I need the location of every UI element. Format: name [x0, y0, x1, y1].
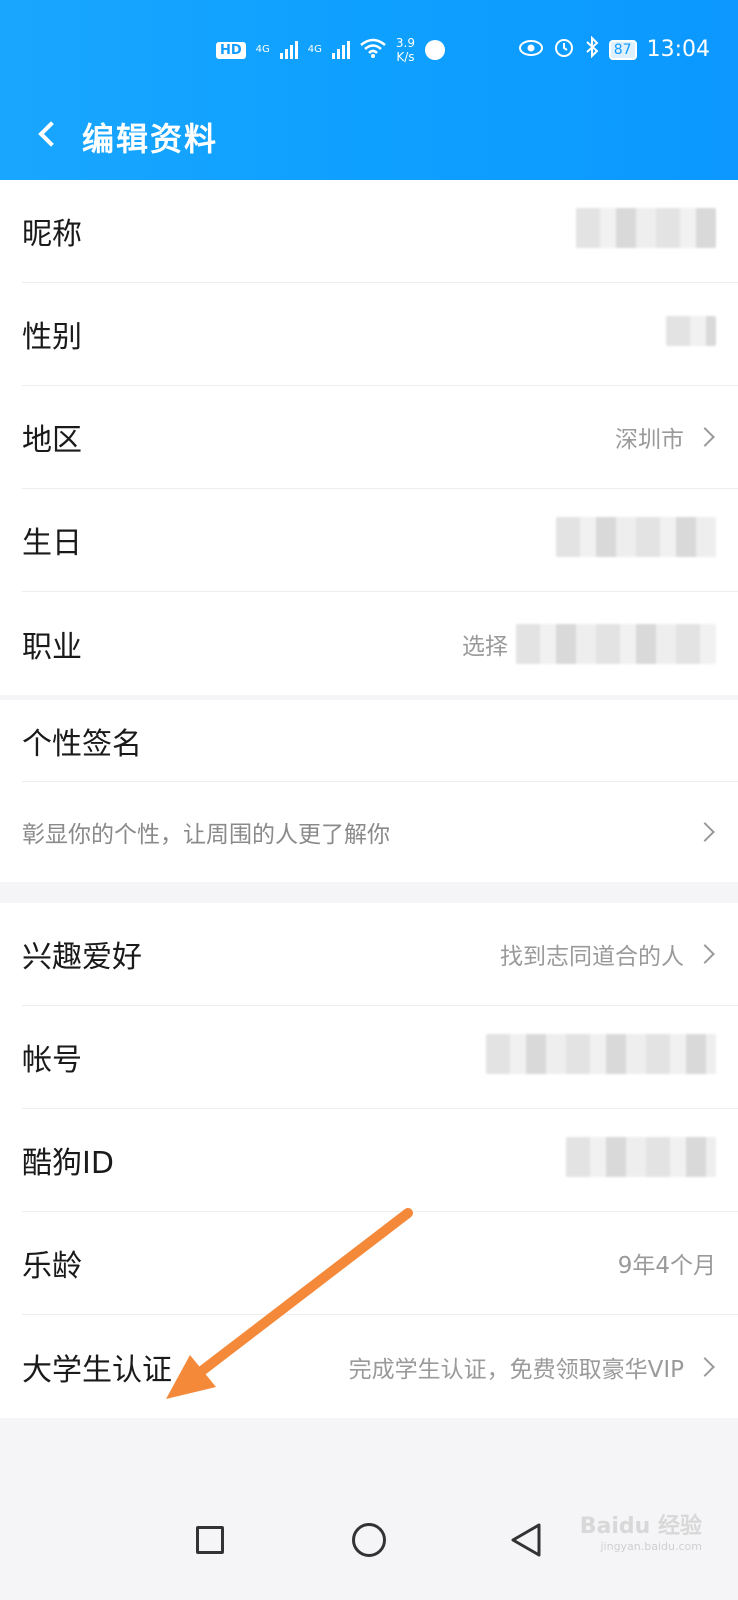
nickname-value-redacted [576, 208, 716, 254]
birthday-label: 生日 [22, 526, 82, 561]
gender-label: 性别 [22, 320, 82, 355]
hd-badge: HD [216, 41, 246, 59]
signature-placeholder: 彰显你的个性，让周围的人更了解你 [22, 822, 390, 848]
back-button[interactable] [28, 114, 68, 154]
circle-icon [352, 1523, 386, 1557]
region-value: 深圳市 [615, 427, 684, 453]
network-speed: 3.9 K/s [396, 36, 415, 64]
chevron-right-icon [695, 427, 715, 447]
account-value-redacted [486, 1034, 716, 1080]
back-nav-button[interactable] [496, 1510, 556, 1570]
speed-value: 3.9 [395, 36, 416, 50]
row-signature-input[interactable]: 彰显你的个性，让周围的人更了解你 [22, 782, 738, 882]
signature-group: 个性签名 彰显你的个性，让周围的人更了解你 [0, 700, 738, 882]
status-right: 87 13:04 [518, 35, 710, 63]
kugou-id-label: 酷狗ID [22, 1146, 114, 1181]
signal-icon-1 [279, 41, 298, 59]
occupation-value: 选择 [462, 623, 716, 664]
row-birthday[interactable]: 生日 [22, 489, 738, 592]
network-label-2: 4G [307, 44, 322, 55]
row-region[interactable]: 地区 深圳市 [22, 386, 738, 489]
nickname-label: 昵称 [22, 217, 82, 252]
row-kugou-id: 酷狗ID [22, 1109, 738, 1212]
battery-level: 87 [608, 39, 637, 60]
eye-icon [518, 38, 543, 62]
wifi-icon [360, 38, 386, 63]
birthday-value-redacted [556, 517, 716, 563]
row-account: 帐号 [22, 1006, 738, 1109]
chevron-right-icon [695, 1356, 715, 1377]
occupation-label: 职业 [22, 629, 82, 665]
title-bar: 编辑资料 [0, 100, 738, 170]
triangle-back-icon [511, 1523, 541, 1557]
row-nickname[interactable]: 昵称 [22, 180, 738, 283]
gender-value-redacted [666, 316, 716, 352]
signature-label: 个性签名 [22, 726, 142, 762]
annotation-arrow-icon [166, 1208, 413, 1399]
region-label: 地区 [22, 423, 82, 458]
occupation-value-text: 选择 [462, 633, 508, 660]
page-title: 编辑资料 [82, 120, 219, 158]
network-label-1: 4G [255, 44, 270, 55]
chevron-right-icon [695, 822, 715, 842]
status-left: HD 4G 4G 3.9 K/s [216, 36, 446, 64]
alarm-icon [553, 36, 575, 63]
music-age-value: 9年4个月 [617, 1253, 716, 1279]
clock-time: 13:04 [646, 37, 710, 62]
occupation-redacted [516, 623, 716, 664]
hobbies-value: 找到志同道合的人 [500, 944, 684, 970]
status-bar: HD 4G 4G 3.9 K/s 87 13:04 [0, 35, 738, 72]
basic-info-group: 昵称 性别 地区 深圳市 生日 职业 选择 [0, 180, 738, 695]
watermark-sub: jingyan.baidu.com [600, 1540, 702, 1553]
chevron-right-icon [695, 944, 715, 964]
watermark-text: Baidu 经验 [579, 1514, 702, 1539]
signal-icon-2 [331, 41, 350, 59]
bluetooth-icon [585, 35, 599, 63]
account-label: 帐号 [22, 1043, 82, 1078]
recent-apps-button[interactable] [180, 1510, 240, 1570]
kugou-id-value-redacted [566, 1137, 716, 1183]
music-age-label: 乐龄 [22, 1249, 82, 1284]
speed-unit: K/s [396, 50, 415, 64]
square-icon [196, 1526, 224, 1554]
row-gender[interactable]: 性别 [22, 283, 738, 386]
chevron-left-icon [38, 121, 64, 147]
app-header: HD 4G 4G 3.9 K/s 87 13:04 编辑资料 [0, 0, 738, 180]
baidu-watermark: Baidu 经验 jingyan.baidu.com [580, 1508, 702, 1553]
student-verification-label: 大学生认证 [22, 1352, 172, 1388]
voice-assistant-icon [425, 40, 446, 60]
row-hobbies[interactable]: 兴趣爱好 找到志同道合的人 [22, 903, 738, 1006]
row-signature-title: 个性签名 [22, 700, 738, 782]
home-button[interactable] [339, 1510, 399, 1570]
row-occupation[interactable]: 职业 选择 [22, 592, 738, 695]
hobbies-label: 兴趣爱好 [22, 940, 142, 975]
